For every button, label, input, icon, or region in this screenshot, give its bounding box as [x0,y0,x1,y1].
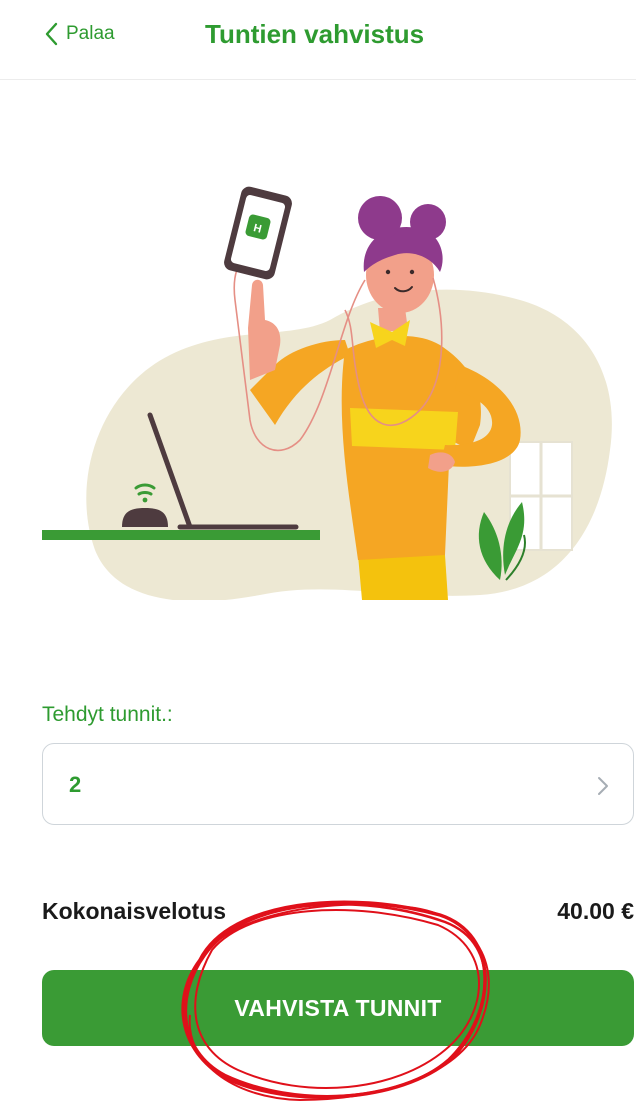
hours-select-value: 2 [69,772,82,797]
hours-field-label: Tehdyt tunnit.: [42,703,173,726]
confirm-hours-button[interactable]: VAHVISTA TUNNIT [42,970,634,1046]
total-label: Kokonaisvelotus [42,898,227,924]
hero-illustration: H [42,186,612,600]
back-button[interactable]: Palaa [44,16,115,52]
total-row: Kokonaisvelotus 40.00 € [42,898,634,930]
total-value: 40.00 € [557,898,634,924]
hours-select[interactable]: 2 [42,743,634,825]
chevron-left-icon [45,22,58,46]
page-title: Tuntien vahvistus [205,19,425,49]
chevron-right-icon [598,777,608,795]
top-bar: Palaa Tuntien vahvistus [0,0,636,80]
desk [42,530,320,540]
back-button-label: Palaa [66,23,115,44]
phone-illustration: H [224,186,292,280]
